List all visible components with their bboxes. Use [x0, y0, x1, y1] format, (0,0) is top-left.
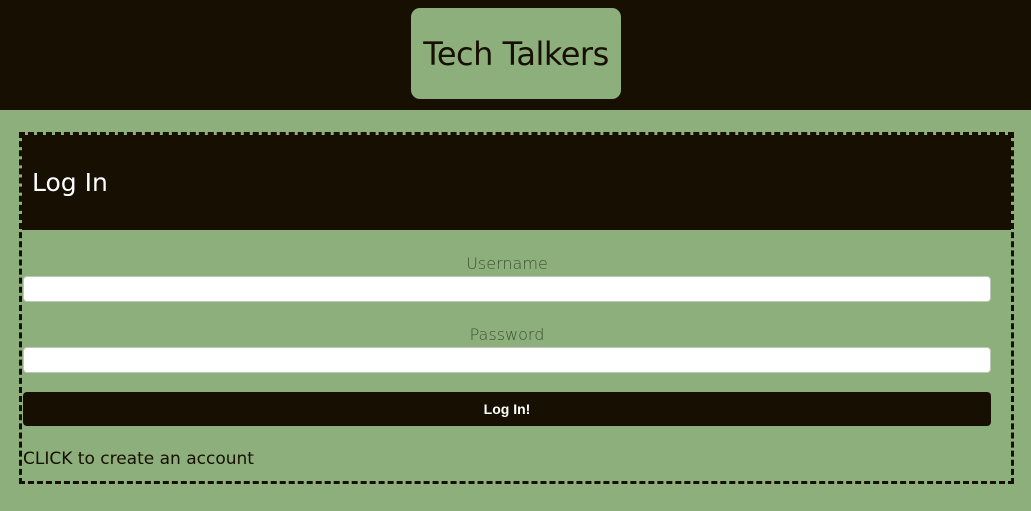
login-button[interactable]: Log In!: [23, 392, 991, 426]
login-card-header: Log In: [22, 135, 1011, 230]
username-input[interactable]: [23, 276, 991, 302]
create-account-link[interactable]: CLICK to create an account: [23, 449, 254, 469]
site-title[interactable]: Tech Talkers: [411, 8, 621, 99]
login-card: Log In Username Password Log In! CLICK t…: [19, 132, 1014, 484]
username-label: Username: [466, 254, 548, 273]
login-heading: Log In: [32, 168, 108, 197]
password-label: Password: [469, 325, 545, 344]
top-bar: Tech Talkers: [0, 0, 1031, 110]
password-input[interactable]: [23, 347, 991, 373]
